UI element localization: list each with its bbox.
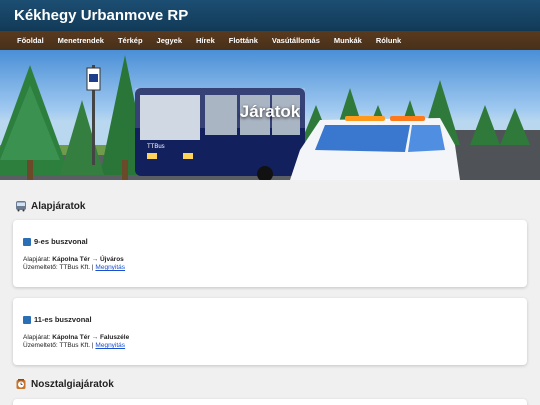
- route-value: Kápolna Tér → Faluszéle: [52, 334, 130, 341]
- section-title-nosztalgiajaratok: Nosztalgiajáratok: [15, 378, 527, 390]
- operator-value: TTBus Kft.: [59, 264, 91, 271]
- operator-label: Üzemeltető:: [23, 342, 58, 349]
- nav-item-fooldal[interactable]: Főoldal: [17, 36, 44, 45]
- hero-title: Járatok: [239, 102, 301, 121]
- bus-icon: [15, 200, 27, 212]
- route-label: Alapjárat:: [23, 256, 51, 263]
- nav-item-hirek[interactable]: Hírek: [196, 36, 215, 45]
- separator: |: [91, 264, 94, 271]
- separator: |: [91, 342, 94, 349]
- operator-value: TTBus Kft.: [59, 342, 91, 349]
- nav-item-munkak[interactable]: Munkák: [334, 36, 362, 45]
- operator-label: Üzemeltető:: [23, 264, 58, 271]
- site-title[interactable]: Kékhegy Urbanmove RP: [14, 7, 188, 24]
- main-content: Alapjáratok 9-es buszvonal Alapjárat: Ká…: [0, 200, 540, 405]
- nav-item-vasutallomas[interactable]: Vasútállomás: [272, 36, 320, 45]
- route-card: 9-es buszvonal Alapjárat: Kápolna Tér → …: [13, 220, 527, 287]
- site-header: Kékhegy Urbanmove RP: [0, 0, 540, 31]
- nav-item-rolunk[interactable]: Rólunk: [376, 36, 401, 45]
- section-title-text: Alapjáratok: [31, 200, 86, 212]
- section-title-alapjaratok: Alapjáratok: [15, 200, 527, 212]
- line-name: 11-es buszvonal: [34, 315, 92, 324]
- main-nav: Főoldal Menetrendek Térkép Jegyek Hírek …: [0, 31, 540, 50]
- nav-item-menetrendek[interactable]: Menetrendek: [58, 36, 104, 45]
- route-card: 11-es buszvonal Alapjárat: Kápolna Tér →…: [13, 298, 527, 365]
- hero-banner: TTBus Járatok: [0, 50, 540, 180]
- open-link[interactable]: Megnyitás: [95, 264, 125, 271]
- nav-item-flottank[interactable]: Flottánk: [229, 36, 258, 45]
- line-name: 9-es buszvonal: [34, 237, 88, 246]
- route-value: Kápolna Tér → Újváros: [52, 256, 124, 263]
- line-square-icon: [23, 237, 31, 246]
- open-link[interactable]: Megnyitás: [95, 342, 125, 349]
- nav-item-terkep[interactable]: Térkép: [118, 36, 143, 45]
- clock-icon: [15, 378, 27, 390]
- bus-label: TTBus: [147, 144, 165, 150]
- nav-item-jegyek[interactable]: Jegyek: [157, 36, 182, 45]
- line-square-icon: [23, 315, 31, 324]
- route-label: Alapjárat:: [23, 334, 51, 341]
- route-card: [13, 399, 527, 405]
- section-title-text: Nosztalgiajáratok: [31, 378, 114, 390]
